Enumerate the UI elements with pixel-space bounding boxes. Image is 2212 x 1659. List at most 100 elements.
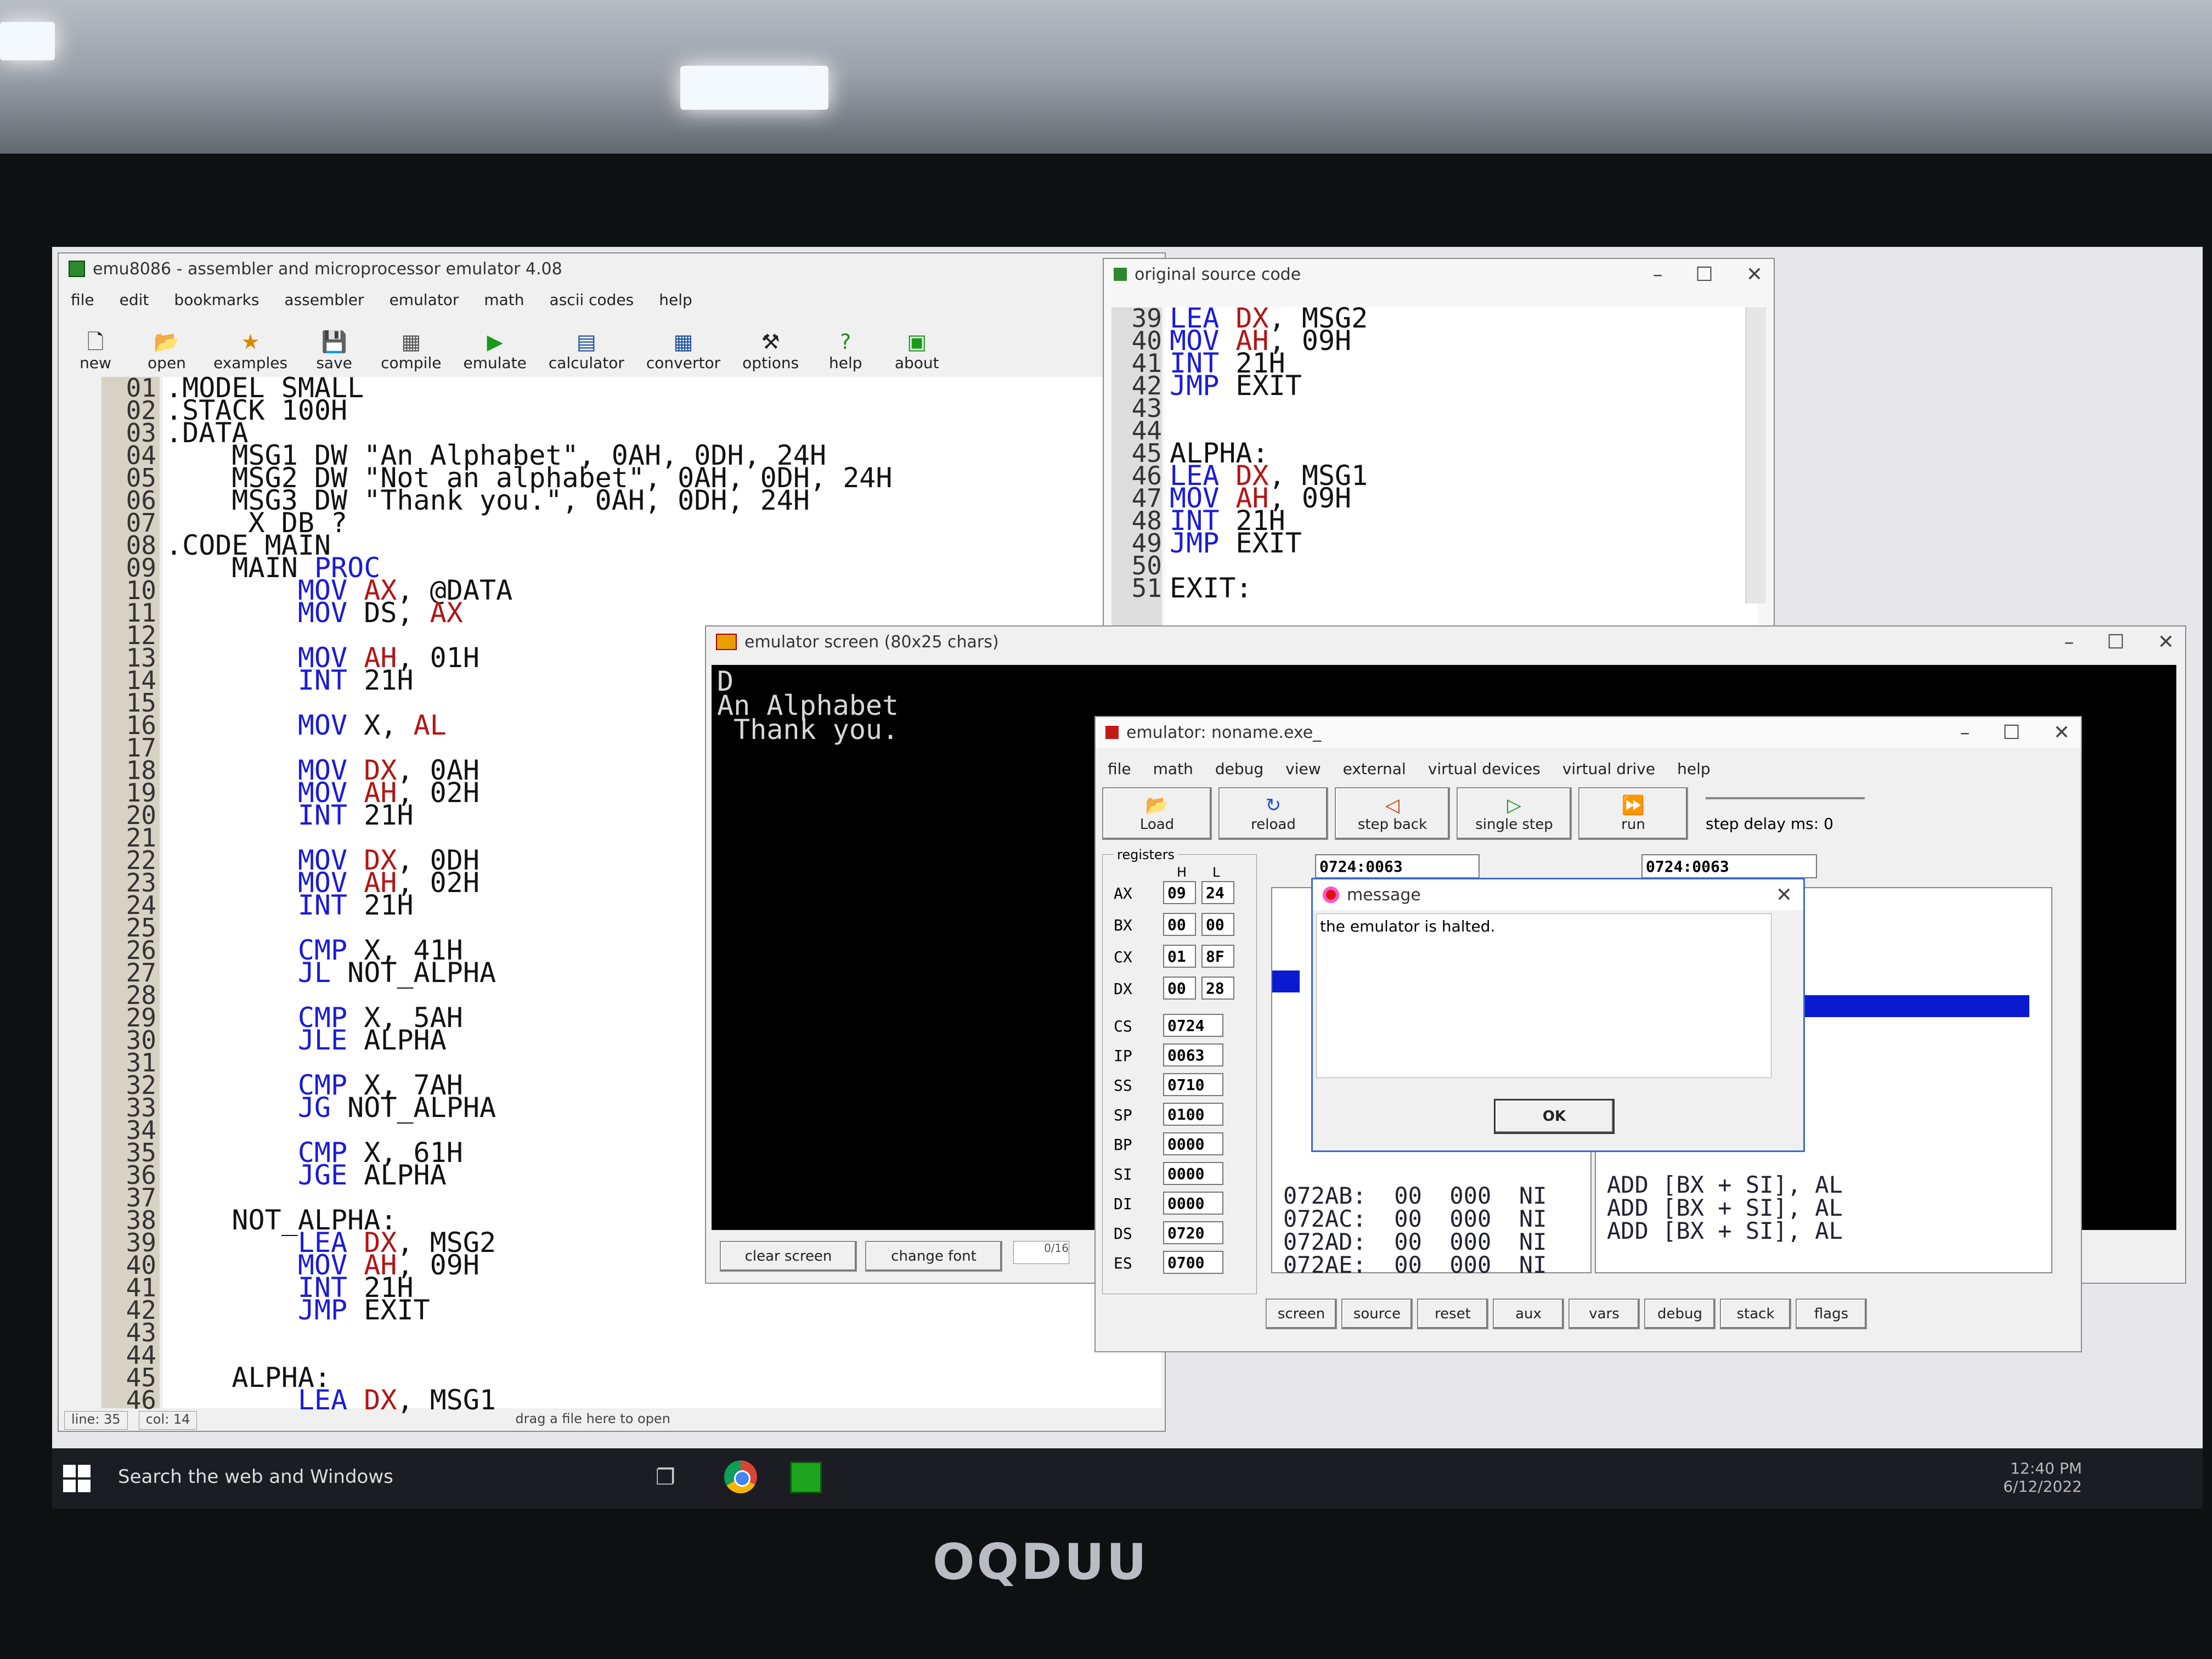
memory-row[interactable]: 072AC: 00 000 NI: [1283, 1207, 1547, 1231]
menu-math[interactable]: math: [484, 291, 524, 309]
register-value[interactable]: 0000: [1163, 1132, 1223, 1155]
about-label: about: [894, 354, 939, 372]
maximize-icon[interactable]: ☐: [2003, 721, 2021, 744]
calculator-button[interactable]: ▤ calculator: [549, 330, 624, 372]
examples-button[interactable]: ★ examples: [213, 330, 287, 372]
emulate-button[interactable]: ▶ emulate: [463, 330, 526, 372]
clock-time: 12:40 PM: [2010, 1459, 2082, 1477]
register-high[interactable]: 01: [1163, 945, 1196, 968]
emulator-tab-button[interactable]: screen: [1266, 1299, 1337, 1329]
register-value[interactable]: 0700: [1163, 1251, 1223, 1274]
register-value[interactable]: 0063: [1163, 1043, 1223, 1066]
emu-menu-virtual-drive[interactable]: virtual drive: [1562, 760, 1655, 778]
message-title: message: [1347, 885, 1421, 905]
convertor-button[interactable]: ▦ convertor: [646, 330, 720, 372]
register-value[interactable]: 0000: [1163, 1162, 1223, 1185]
close-icon[interactable]: ✕: [2158, 631, 2174, 653]
step-delay-slider[interactable]: [1706, 797, 1865, 799]
emu-menu-debug[interactable]: debug: [1215, 760, 1263, 778]
step-delay-label: step delay ms: 0: [1706, 815, 1833, 833]
register-low[interactable]: 28: [1201, 977, 1234, 1000]
reload-icon: ↻: [1265, 794, 1282, 816]
register-value[interactable]: 0720: [1163, 1221, 1223, 1244]
emulator-tab-button[interactable]: aux: [1493, 1299, 1564, 1329]
register-value[interactable]: 0100: [1163, 1103, 1223, 1126]
emulator-tab-button[interactable]: reset: [1417, 1299, 1488, 1329]
save-button[interactable]: 💾 save: [309, 330, 359, 372]
menu-file[interactable]: file: [71, 291, 94, 309]
register-low[interactable]: 8F: [1201, 945, 1234, 968]
register-value[interactable]: 0710: [1163, 1073, 1223, 1096]
close-icon[interactable]: ✕: [1776, 884, 1792, 906]
menu-assembler[interactable]: assembler: [284, 291, 364, 309]
compile-icon: ▦: [401, 330, 421, 354]
register-high[interactable]: 00: [1163, 977, 1196, 1000]
register-value[interactable]: 0000: [1163, 1192, 1223, 1215]
char-counter: 0/16: [1013, 1241, 1069, 1264]
memory-row[interactable]: 072AD: 00 000 NI: [1283, 1231, 1547, 1254]
memory-address-input[interactable]: 0724:0063: [1315, 854, 1480, 878]
maximize-icon[interactable]: ☐: [2107, 631, 2125, 653]
emu-menu-external[interactable]: external: [1343, 760, 1406, 778]
ok-button[interactable]: OK: [1494, 1099, 1615, 1134]
menu-help[interactable]: help: [659, 291, 692, 309]
emulator-title: emulator: noname.exe_: [1126, 723, 1322, 742]
close-icon[interactable]: ✕: [2053, 721, 2070, 744]
emulator-tab-button[interactable]: source: [1341, 1299, 1413, 1329]
emu-menu-file[interactable]: file: [1108, 760, 1131, 778]
disasm-address-input[interactable]: 0724:0063: [1641, 854, 1817, 878]
emu8086-taskbar-icon[interactable]: [790, 1462, 822, 1493]
change-font-button[interactable]: change font: [865, 1241, 1002, 1272]
menu-emulator[interactable]: emulator: [390, 291, 459, 309]
emu-menu-math[interactable]: math: [1153, 760, 1193, 778]
open-button[interactable]: 📂 open: [142, 330, 191, 372]
source-title: original source code: [1135, 264, 1301, 284]
disasm-row[interactable]: ADD [BX + SI], AL: [1607, 1173, 1843, 1197]
disasm-row[interactable]: ADD [BX + SI], AL: [1607, 1220, 1843, 1243]
minimize-icon[interactable]: –: [2064, 631, 2074, 653]
register-high[interactable]: 09: [1163, 881, 1196, 904]
emulator-tab-button[interactable]: stack: [1720, 1299, 1791, 1329]
load-button[interactable]: 📂 Load: [1102, 787, 1212, 840]
single-step-button[interactable]: ▷ single step: [1457, 787, 1572, 840]
windows-start-icon[interactable]: [63, 1465, 91, 1492]
run-button[interactable]: ⏩ run: [1578, 787, 1688, 840]
new-button[interactable]: 🗋 new: [71, 330, 120, 372]
disasm-row[interactable]: ADD [BX + SI], AL: [1607, 1197, 1843, 1220]
task-view-icon[interactable]: ❐: [656, 1465, 675, 1490]
menu-ascii-codes[interactable]: ascii codes: [550, 291, 634, 309]
step-delay-control[interactable]: step delay ms: 0: [1695, 787, 1876, 840]
menu-bookmarks[interactable]: bookmarks: [174, 291, 259, 309]
emu-menu-help[interactable]: help: [1677, 760, 1711, 778]
register-low[interactable]: 00: [1201, 913, 1234, 936]
maximize-icon[interactable]: ☐: [1696, 263, 1713, 286]
emulator-titlebar: emulator: noname.exe_: [1096, 717, 2081, 748]
monitor-brand-logo: OQDUU: [933, 1533, 1149, 1591]
register-value[interactable]: 0724: [1163, 1014, 1223, 1037]
emulator-tab-button[interactable]: vars: [1568, 1299, 1640, 1329]
reload-button[interactable]: ↻ reload: [1218, 787, 1328, 840]
step-back-button[interactable]: ◁ step back: [1335, 787, 1450, 840]
help-button[interactable]: ? help: [821, 330, 870, 372]
clear-screen-button[interactable]: clear screen: [720, 1241, 857, 1272]
emu-menu-view[interactable]: view: [1285, 760, 1321, 778]
register-high[interactable]: 00: [1163, 913, 1196, 936]
emulator-tab-button[interactable]: debug: [1644, 1299, 1716, 1329]
register-low[interactable]: 24: [1201, 881, 1234, 904]
compile-button[interactable]: ▦ compile: [381, 330, 441, 372]
minimize-icon[interactable]: –: [1653, 263, 1663, 286]
taskbar-search[interactable]: Search the web and Windows: [118, 1466, 393, 1488]
close-icon[interactable]: ✕: [1746, 263, 1763, 286]
source-scrollbar[interactable]: [1746, 307, 1766, 603]
status-drag-hint: drag a file here to open: [515, 1411, 670, 1426]
registers-panel: registers H L AX 09 24 BX 00 00 CX 01 8F DX 00 28 C…: [1102, 847, 1257, 1294]
about-button[interactable]: ▣ about: [892, 330, 941, 372]
options-button[interactable]: ⚒ options: [742, 330, 799, 372]
minimize-icon[interactable]: –: [1960, 721, 1970, 744]
menu-edit[interactable]: edit: [120, 291, 149, 309]
memory-row[interactable]: 072AE: 00 000 NI: [1283, 1254, 1547, 1277]
emu-menu-virtual-devices[interactable]: virtual devices: [1428, 760, 1541, 778]
memory-row[interactable]: 072AB: 00 000 NI: [1283, 1184, 1547, 1207]
chrome-icon[interactable]: [724, 1460, 757, 1493]
emulator-tab-button[interactable]: flags: [1796, 1299, 1867, 1329]
